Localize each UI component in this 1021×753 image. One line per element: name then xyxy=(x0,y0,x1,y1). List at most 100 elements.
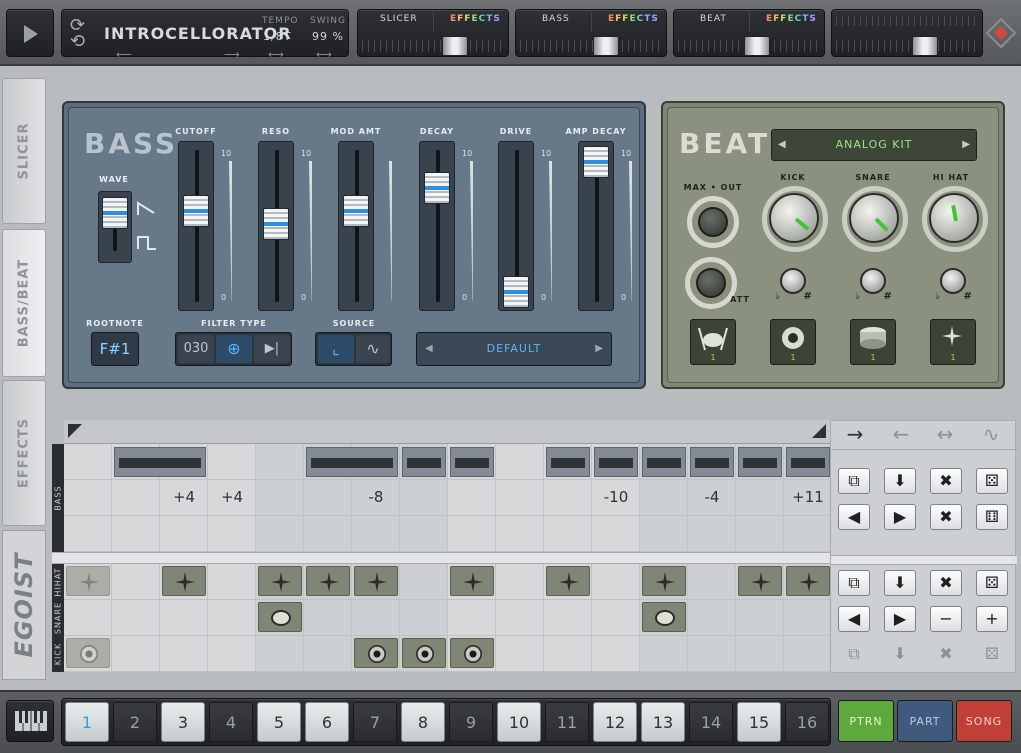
bass-paste-icon[interactable]: ⬇ xyxy=(884,468,916,494)
bass-step-cell[interactable] xyxy=(736,480,784,516)
mixer-left-label[interactable]: SLICER xyxy=(380,14,418,24)
filter-bypass-icon[interactable]: ▶| xyxy=(254,335,290,363)
drumkit-instrument-button[interactable]: 1 xyxy=(690,319,736,365)
drum-step-cell[interactable] xyxy=(400,564,448,600)
kick-copy-icon[interactable]: ⧉ xyxy=(838,642,870,668)
play-button[interactable] xyxy=(6,9,54,57)
bass-randomize-notes-icon[interactable]: ⚅ xyxy=(976,504,1008,530)
drum-step-cell[interactable] xyxy=(640,636,688,672)
snare-level-knob[interactable] xyxy=(849,193,899,243)
drum-step-cell[interactable] xyxy=(592,564,640,600)
refresh-icon[interactable]: ⟳ ⟲ xyxy=(70,17,85,51)
fader-handle[interactable] xyxy=(503,276,529,308)
source-lfo-icon[interactable]: ∿ xyxy=(356,335,390,363)
mixer-slicer[interactable]: SLICER EFFECTS xyxy=(357,9,509,57)
att-knob[interactable] xyxy=(696,268,726,298)
bass-step-cell[interactable] xyxy=(640,480,688,516)
tempo-arrows-icon[interactable]: ⟷ xyxy=(268,48,284,61)
pattern-pad[interactable]: 6 xyxy=(305,702,349,742)
loop-ruler[interactable] xyxy=(64,420,830,444)
pattern-pad[interactable]: 4 xyxy=(209,702,253,742)
drum-step-cell[interactable] xyxy=(64,600,112,636)
kick-randomize-icon[interactable]: ⚄ xyxy=(976,642,1008,668)
beat-shift-left-icon[interactable]: ◀ xyxy=(838,606,870,632)
pattern-pad[interactable]: 7 xyxy=(353,702,397,742)
bass-note[interactable] xyxy=(786,447,830,477)
filter-diode-button[interactable]: ⊕ xyxy=(216,335,252,363)
hihat-level-knob[interactable] xyxy=(929,193,979,243)
app-logo-icon[interactable] xyxy=(986,18,1016,48)
drum-step-cell[interactable] xyxy=(544,600,592,636)
crossfader-handle[interactable] xyxy=(911,36,938,56)
pattern-pad[interactable]: 3 xyxy=(161,702,205,742)
fader-track[interactable] xyxy=(258,141,294,311)
bass-clear-icon[interactable]: ✖ xyxy=(930,468,962,494)
mixer-track[interactable] xyxy=(362,40,504,52)
hihat-hit[interactable] xyxy=(66,566,110,596)
bass-step-cell[interactable] xyxy=(256,480,304,516)
bass-step-cell[interactable] xyxy=(64,516,112,552)
bass-copy-icon[interactable]: ⧉ xyxy=(838,468,870,494)
drum-step-cell[interactable] xyxy=(736,636,784,672)
hihat-hit[interactable] xyxy=(642,566,686,596)
bass-note[interactable] xyxy=(402,447,446,477)
hihat-hit[interactable] xyxy=(738,566,782,596)
next-song-icon[interactable]: ⟶ xyxy=(224,48,240,61)
fader-handle[interactable] xyxy=(343,195,369,228)
drum-step-cell[interactable] xyxy=(112,636,160,672)
pattern-pad[interactable]: 13 xyxy=(641,702,685,742)
keyboard-button[interactable] xyxy=(6,700,54,742)
bass-step-cell[interactable] xyxy=(112,516,160,552)
bass-step-cell[interactable] xyxy=(64,444,112,480)
mixer-bass[interactable]: BASS EFFECTS xyxy=(515,9,667,57)
crossfader-handle[interactable] xyxy=(744,36,771,56)
pattern-mode-button[interactable]: PTRN xyxy=(838,700,894,742)
kick-hit[interactable] xyxy=(402,638,446,668)
play-backward-icon[interactable]: ← xyxy=(879,423,923,447)
tempo-value[interactable]: 1/8T xyxy=(263,30,291,43)
wave-handle[interactable] xyxy=(102,197,128,229)
drum-step-cell[interactable] xyxy=(208,564,256,600)
pattern-pad[interactable]: 10 xyxy=(497,702,541,742)
bass-step-cell[interactable] xyxy=(496,516,544,552)
song-selector[interactable]: ⟳ ⟲ INTROCELLORATOR ⟵ ⟶ TEMPO 1/8T ⟷ SWIN… xyxy=(61,9,349,61)
mixer-left-label[interactable]: BASS xyxy=(542,14,570,24)
bass-step-cell[interactable] xyxy=(592,516,640,552)
bass-step-cell[interactable] xyxy=(640,516,688,552)
pattern-pad[interactable]: 12 xyxy=(593,702,637,742)
drum-step-cell[interactable] xyxy=(592,636,640,672)
song-mode-button[interactable]: SONG xyxy=(956,700,1012,742)
loop-start-marker-icon[interactable] xyxy=(68,424,82,438)
hihat-hit[interactable] xyxy=(786,566,830,596)
drum-step-cell[interactable] xyxy=(688,636,736,672)
drum-step-cell[interactable] xyxy=(688,564,736,600)
bass-note[interactable] xyxy=(306,447,398,477)
beat-paste-icon[interactable]: ⬇ xyxy=(884,570,916,596)
drum-step-cell[interactable] xyxy=(400,600,448,636)
bass-note[interactable] xyxy=(738,447,782,477)
bass-step-cell[interactable] xyxy=(160,516,208,552)
drum-step-cell[interactable] xyxy=(688,600,736,636)
bass-randomize-icon[interactable]: ⚄ xyxy=(976,468,1008,494)
filter-030-button[interactable]: 030 xyxy=(178,335,214,363)
kick-hit[interactable] xyxy=(354,638,398,668)
beat-increase-icon[interactable]: + xyxy=(976,606,1008,632)
drum-step-cell[interactable] xyxy=(112,564,160,600)
bass-shift-left-icon[interactable]: ◀ xyxy=(838,504,870,530)
fader-handle[interactable] xyxy=(583,146,609,178)
bass-note[interactable] xyxy=(594,447,638,477)
note-offset[interactable]: +4 xyxy=(208,488,256,506)
bass-note[interactable] xyxy=(642,447,686,477)
bass-note[interactable] xyxy=(546,447,590,477)
swing-value[interactable]: 99 % xyxy=(312,30,344,43)
hihat-hit[interactable] xyxy=(306,566,350,596)
bass-step-cell[interactable] xyxy=(304,480,352,516)
drum-step-cell[interactable] xyxy=(784,636,832,672)
mixer-effects-label[interactable]: EFFECTS xyxy=(608,14,659,24)
bass-note[interactable] xyxy=(690,447,734,477)
kick-paste-icon[interactable]: ⬇ xyxy=(884,642,916,668)
drum-step-cell[interactable] xyxy=(736,600,784,636)
tab-effects[interactable]: EFFECTS xyxy=(2,380,46,526)
snare-hit[interactable] xyxy=(642,602,686,632)
beat-copy-icon[interactable]: ⧉ xyxy=(838,570,870,596)
